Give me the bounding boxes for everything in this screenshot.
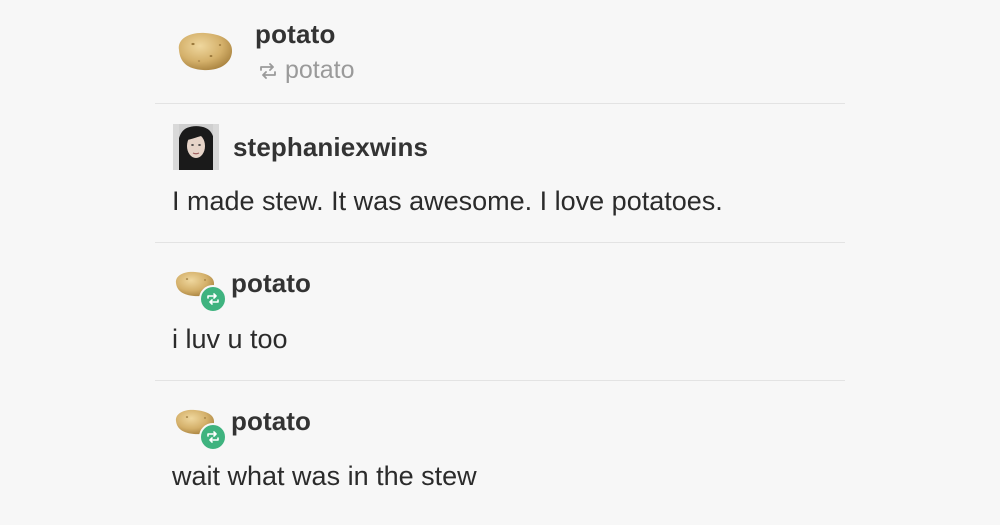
post-username[interactable]: potato	[231, 268, 311, 299]
blog-name-link[interactable]: potato	[255, 19, 336, 50]
post-user: potato	[173, 267, 311, 313]
reblog-badge-icon	[199, 285, 227, 313]
reblogged-from[interactable]: potato	[258, 56, 355, 85]
post-potato-reply: potato i luv u too	[155, 243, 845, 380]
post-text: wait what was in the stew	[172, 461, 477, 491]
post-stephaniexwins: stephaniexwins I made stew. It was aweso…	[155, 104, 845, 242]
reblog-icon	[260, 62, 276, 79]
post-header: potato potato	[155, 0, 845, 103]
post-username[interactable]: stephaniexwins	[233, 132, 428, 163]
post-user: potato	[173, 405, 311, 451]
potato-avatar-icon[interactable]	[173, 28, 235, 74]
reblog-badge-icon	[199, 423, 227, 451]
post-text: i luv u too	[172, 324, 288, 354]
post-user: stephaniexwins	[173, 124, 428, 170]
potato-avatar-icon[interactable]	[173, 405, 227, 451]
reblogged-from-name: potato	[285, 56, 355, 84]
user-avatar-photo[interactable]	[173, 124, 219, 170]
potato-avatar-icon[interactable]	[173, 267, 227, 313]
post-text: I made stew. It was awesome. I love pota…	[172, 186, 723, 216]
post-potato-reply: potato wait what was in the stew	[155, 381, 845, 511]
post-username[interactable]: potato	[231, 406, 311, 437]
reblog-thread: potato potato stephaniexwins I made stew…	[155, 0, 845, 511]
